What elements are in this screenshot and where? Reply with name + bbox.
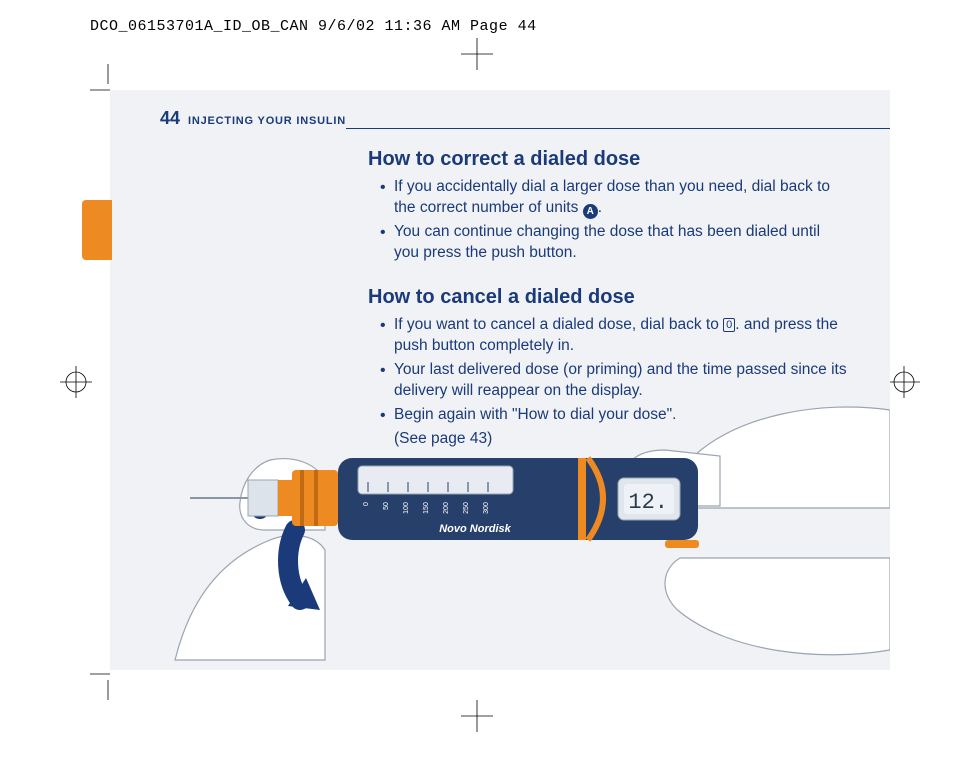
dose-display: 12. <box>628 490 668 515</box>
svg-text:300: 300 <box>483 502 490 514</box>
correct-dose-list: If you accidentally dial a larger dose t… <box>368 177 848 264</box>
heading-cancel-dose: How to cancel a dialed dose <box>368 286 848 309</box>
svg-text:150: 150 <box>423 502 430 514</box>
page-number: 44 <box>160 108 180 129</box>
pen-illustration: A 0 50 100 150 200 2 <box>120 400 890 670</box>
side-tab <box>82 200 112 260</box>
zero-display-icon: 0 <box>723 318 735 332</box>
svg-text:250: 250 <box>463 502 470 514</box>
list-item: If you accidentally dial a larger dose t… <box>382 177 848 219</box>
section-name: INJECTING YOUR INSULIN <box>188 115 346 127</box>
svg-text:0: 0 <box>363 502 370 506</box>
list-item: Your last delivered dose (or priming) an… <box>382 360 848 402</box>
list-item: You can continue changing the dose that … <box>382 222 848 264</box>
header-rule <box>346 128 890 129</box>
bullet-text: If you want to cancel a dialed dose, dia… <box>394 316 719 333</box>
page-header: 44 INJECTING YOUR INSULIN <box>160 108 880 129</box>
heading-correct-dose: How to correct a dialed dose <box>368 148 848 171</box>
badge-a-icon: A <box>583 204 598 219</box>
svg-text:200: 200 <box>443 502 450 514</box>
list-item: If you want to cancel a dialed dose, dia… <box>382 315 848 357</box>
svg-text:100: 100 <box>403 502 410 514</box>
svg-text:50: 50 <box>383 502 390 510</box>
bullet-text: If you accidentally dial a larger dose t… <box>394 178 830 216</box>
brand-label: Novo Nordisk <box>439 523 511 535</box>
period: . <box>598 199 602 216</box>
